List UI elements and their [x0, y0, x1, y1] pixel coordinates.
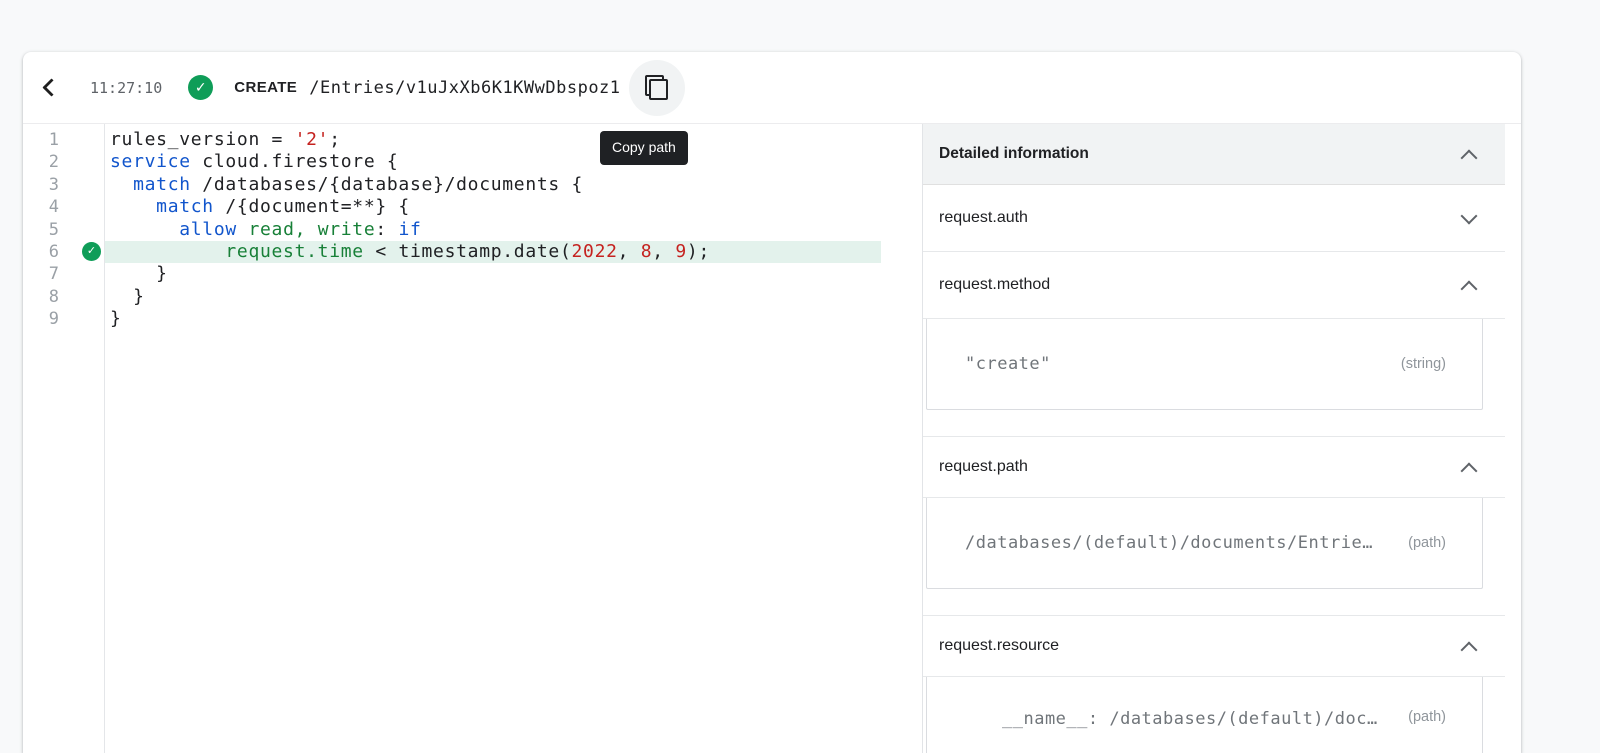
- request-method-value-box: "create" (string): [926, 319, 1483, 410]
- code-line[interactable]: 6 request.time < timestamp.date(2022, 8,…: [23, 241, 922, 263]
- chevron-down-icon: [1461, 207, 1478, 224]
- code-line[interactable]: 5 allow read, write: if: [23, 219, 922, 241]
- code-text[interactable]: match /databases/{database}/documents {: [105, 174, 922, 196]
- code-text[interactable]: }: [105, 263, 922, 285]
- copy-path-tooltip: Copy path: [600, 131, 688, 165]
- code-line[interactable]: 4 match /{document=**} {: [23, 196, 922, 218]
- value-text: "create": [965, 354, 1051, 374]
- request-evaluation-card: 11:27:10 CREATE /Entries/v1uJxXb6K1KWwDb…: [23, 52, 1521, 753]
- rules-editor[interactable]: 1rules_version = '2';2service cloud.fire…: [23, 124, 922, 753]
- request-resource-value-box: __name__: /databases/(default)/doc… (pat…: [926, 677, 1483, 753]
- allow-status-check-icon: [188, 75, 213, 100]
- section-label: request.auth: [939, 209, 1028, 227]
- code-text[interactable]: }: [105, 308, 922, 330]
- code-line[interactable]: 2service cloud.firestore {: [23, 151, 922, 173]
- line-number: 9: [23, 308, 105, 330]
- line-number: 2: [23, 151, 105, 173]
- code-text[interactable]: }: [105, 286, 922, 308]
- arrow-back-icon: [42, 78, 60, 96]
- value-text: __name__: /databases/(default)/doc…: [965, 709, 1378, 729]
- value-type-label: (path): [1408, 709, 1446, 725]
- section-request-auth[interactable]: request.auth: [923, 185, 1505, 252]
- line-number: 5: [23, 219, 105, 241]
- copy-path-button[interactable]: [629, 60, 685, 116]
- rule-check-circle-icon: [82, 242, 101, 261]
- request-method-label: CREATE: [234, 79, 297, 96]
- line-number: 6: [23, 241, 105, 263]
- value-type-label: (path): [1408, 535, 1446, 551]
- code-text[interactable]: request.time < timestamp.date(2022, 8, 9…: [105, 241, 881, 263]
- chevron-up-icon: [1461, 462, 1478, 479]
- section-request-resource[interactable]: request.resource: [923, 615, 1505, 677]
- code-text[interactable]: service cloud.firestore {: [105, 151, 922, 173]
- copy-icon: [645, 75, 668, 100]
- code-text[interactable]: rules_version = '2';: [105, 129, 922, 151]
- code-line[interactable]: 9}: [23, 308, 922, 330]
- section-label: request.path: [939, 458, 1028, 476]
- request-timestamp: 11:27:10: [90, 79, 162, 97]
- chevron-up-icon: [1461, 280, 1478, 297]
- code-text[interactable]: match /{document=**} {: [105, 196, 922, 218]
- chevron-up-icon: [1461, 641, 1478, 658]
- line-number: 8: [23, 286, 105, 308]
- section-request-path[interactable]: request.path: [923, 436, 1505, 498]
- request-path-text: /Entries/v1uJxXb6K1KWwDbspoz1: [309, 78, 620, 98]
- detail-panel: Detailed information request.auth reques…: [922, 124, 1505, 753]
- header: 11:27:10 CREATE /Entries/v1uJxXb6K1KWwDb…: [23, 52, 1521, 124]
- code-text[interactable]: allow read, write: if: [105, 219, 922, 241]
- code-line[interactable]: 7 }: [23, 263, 922, 285]
- code-line[interactable]: 1rules_version = '2';: [23, 129, 922, 151]
- detailed-information-header[interactable]: Detailed information: [923, 124, 1505, 185]
- section-label: request.method: [939, 276, 1050, 294]
- back-button[interactable]: [31, 70, 67, 106]
- value-type-label: (string): [1401, 356, 1446, 372]
- line-number: 3: [23, 174, 105, 196]
- section-label: request.resource: [939, 637, 1059, 655]
- code-line[interactable]: 3 match /databases/{database}/documents …: [23, 174, 922, 196]
- chevron-up-icon: [1461, 149, 1478, 166]
- section-request-method[interactable]: request.method: [923, 252, 1505, 319]
- detail-panel-title: Detailed information: [939, 145, 1089, 163]
- code-line[interactable]: 8 }: [23, 286, 922, 308]
- line-number: 7: [23, 263, 105, 285]
- code-lines: 1rules_version = '2';2service cloud.fire…: [23, 124, 922, 331]
- line-number: 1: [23, 129, 105, 151]
- value-text: /databases/(default)/documents/Entrie…: [965, 533, 1373, 553]
- request-path-value-box: /databases/(default)/documents/Entrie… (…: [926, 498, 1483, 589]
- line-number: 4: [23, 196, 105, 218]
